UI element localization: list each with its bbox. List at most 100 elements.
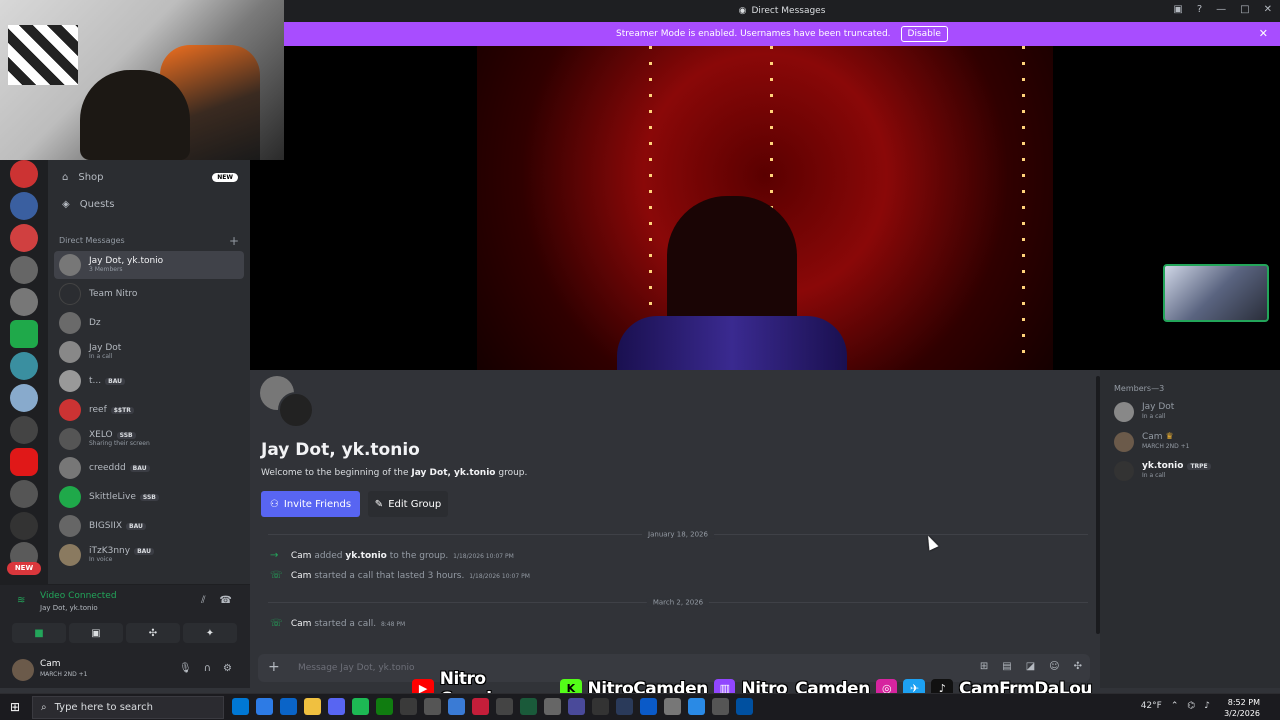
avatar — [1114, 402, 1134, 422]
camera-button[interactable]: ■ — [12, 623, 66, 643]
activities-button[interactable]: ✣ — [126, 623, 180, 643]
help-icon[interactable]: ? — [1197, 4, 1202, 15]
volume-icon[interactable]: ♪ — [1204, 701, 1210, 711]
title-bar: ◉ Direct Messages ▣ ? — □ ✕ — [284, 0, 1280, 22]
headset-icon[interactable]: ∩ — [204, 663, 211, 674]
server-icon[interactable] — [10, 416, 38, 444]
dm-item[interactable]: t... BAU — [54, 367, 244, 395]
app-icon[interactable] — [640, 698, 657, 715]
inbox-icon[interactable]: ▣ — [1173, 4, 1182, 15]
taskbar-search[interactable]: ⌕ Type here to search — [32, 696, 224, 719]
server-icon[interactable] — [10, 384, 38, 412]
weather-text[interactable]: 42°F — [1141, 701, 1162, 711]
date-label: March 2, 2026 — [646, 598, 710, 607]
edge-icon[interactable] — [232, 698, 249, 715]
dm-item-group[interactable]: Jay Dot, yk.tonio 3 Members — [54, 251, 244, 279]
attach-icon[interactable]: + — [268, 659, 280, 675]
server-icon[interactable] — [10, 352, 38, 380]
user-status: MARCH 2ND +1 — [40, 671, 88, 678]
dm-item[interactable]: reef $$TR — [54, 396, 244, 424]
invite-friends-button[interactable]: ⚇ Invite Friends — [261, 491, 360, 517]
dm-item[interactable]: iTzK3nny BAU In voice — [54, 541, 244, 569]
dm-item[interactable]: Dz — [54, 309, 244, 337]
dm-item[interactable]: creeddd BAU — [54, 454, 244, 482]
app-icon[interactable] — [712, 698, 729, 715]
message-target[interactable]: yk.tonio — [345, 551, 386, 561]
app-icon[interactable] — [544, 698, 561, 715]
close-banner-icon[interactable]: ✕ — [1259, 27, 1268, 40]
apps-icon[interactable]: ✣ — [1074, 661, 1082, 672]
app-icon[interactable] — [664, 698, 681, 715]
soundboard-button[interactable]: ✦ — [183, 623, 237, 643]
sticker-icon[interactable]: ◪ — [1026, 661, 1035, 672]
message-user[interactable]: Cam — [291, 571, 312, 581]
video-feed-pip[interactable] — [1163, 264, 1269, 322]
app-icon[interactable] — [592, 698, 609, 715]
gif-icon[interactable]: ▤ — [1002, 661, 1011, 672]
app-icon[interactable] — [256, 698, 273, 715]
new-server-badge: NEW — [7, 562, 41, 575]
disconnect-icon[interactable]: ☎ — [220, 595, 232, 606]
mic-icon[interactable]: 🎙︎ — [179, 663, 192, 674]
member-name: yk.tonio TRPE — [1142, 461, 1211, 471]
server-icon[interactable] — [10, 224, 38, 252]
dm-name-text: BIGSIIX — [89, 521, 122, 531]
emoji-icon[interactable]: ☺ — [1049, 661, 1059, 672]
server-icon[interactable] — [10, 512, 38, 540]
nav-quests[interactable]: ◈ Quests — [54, 192, 244, 216]
app-icon[interactable] — [688, 698, 705, 715]
voice-channel[interactable]: Jay Dot, yk.tonio — [40, 604, 98, 612]
create-dm-icon[interactable]: + — [229, 234, 239, 248]
member-item[interactable]: Jay Dot In a call — [1114, 400, 1274, 426]
app-icon[interactable] — [400, 698, 417, 715]
nav-shop[interactable]: ⌂ Shop NEW — [54, 165, 244, 189]
network-icon[interactable]: ⌬ — [1187, 701, 1195, 711]
server-icon[interactable] — [10, 256, 38, 284]
app-icon[interactable] — [448, 698, 465, 715]
dm-item[interactable]: Jay Dot In a call — [54, 338, 244, 366]
video-feed-main[interactable] — [477, 46, 1053, 376]
signal-icon[interactable]: ≋ — [17, 595, 25, 606]
member-item[interactable]: yk.tonio TRPE In a call — [1114, 459, 1274, 485]
edit-group-button[interactable]: ✎ Edit Group — [368, 491, 448, 517]
dm-item[interactable]: BIGSIIX BAU — [54, 512, 244, 540]
close-window-icon[interactable]: ✕ — [1264, 4, 1272, 15]
chevron-up-icon[interactable]: ⌃ — [1171, 701, 1179, 711]
server-icon[interactable] — [10, 320, 38, 348]
app-icon[interactable] — [736, 698, 753, 715]
user-avatar[interactable] — [12, 659, 34, 681]
server-icon[interactable] — [10, 288, 38, 316]
app-icon[interactable] — [520, 698, 537, 715]
noise-suppression-icon[interactable]: ⫽ — [201, 595, 205, 606]
dm-item[interactable]: Team Nitro — [54, 280, 244, 308]
gift-icon[interactable]: ⊞ — [980, 661, 988, 672]
server-icon[interactable] — [10, 448, 38, 476]
taskbar-clock[interactable]: 8:52 PM 3/2/2026 — [1224, 697, 1260, 719]
server-icon[interactable] — [10, 160, 38, 188]
app-icon[interactable] — [568, 698, 585, 715]
message-input[interactable]: Message Jay Dot, yk.tonio — [298, 663, 415, 673]
message-user[interactable]: Cam — [291, 619, 312, 629]
message-user[interactable]: Cam — [291, 551, 312, 561]
dm-item[interactable]: SkittleLive SSB — [54, 483, 244, 511]
spotify-icon[interactable] — [352, 698, 369, 715]
app-icon[interactable] — [424, 698, 441, 715]
dm-item[interactable]: XELO SSB Sharing their screen — [54, 425, 244, 453]
minimize-icon[interactable]: — — [1216, 4, 1226, 15]
app-icon[interactable] — [496, 698, 513, 715]
screen-share-button[interactable]: ▣ — [69, 623, 123, 643]
app-icon[interactable] — [472, 698, 489, 715]
maximize-icon[interactable]: □ — [1240, 4, 1249, 15]
windows-start-icon[interactable]: ⊞ — [10, 700, 20, 714]
xbox-icon[interactable] — [376, 698, 393, 715]
dm-sub: In voice — [89, 556, 113, 563]
settings-icon[interactable]: ⚙ — [223, 663, 232, 674]
discord-icon[interactable] — [328, 698, 345, 715]
explorer-icon[interactable] — [304, 698, 321, 715]
server-icon[interactable] — [10, 192, 38, 220]
mail-icon[interactable] — [280, 698, 297, 715]
disable-button[interactable]: Disable — [900, 26, 948, 42]
steam-icon[interactable] — [616, 698, 633, 715]
member-item[interactable]: Cam ♛ MARCH 2ND +1 — [1114, 430, 1274, 456]
server-icon[interactable] — [10, 480, 38, 508]
